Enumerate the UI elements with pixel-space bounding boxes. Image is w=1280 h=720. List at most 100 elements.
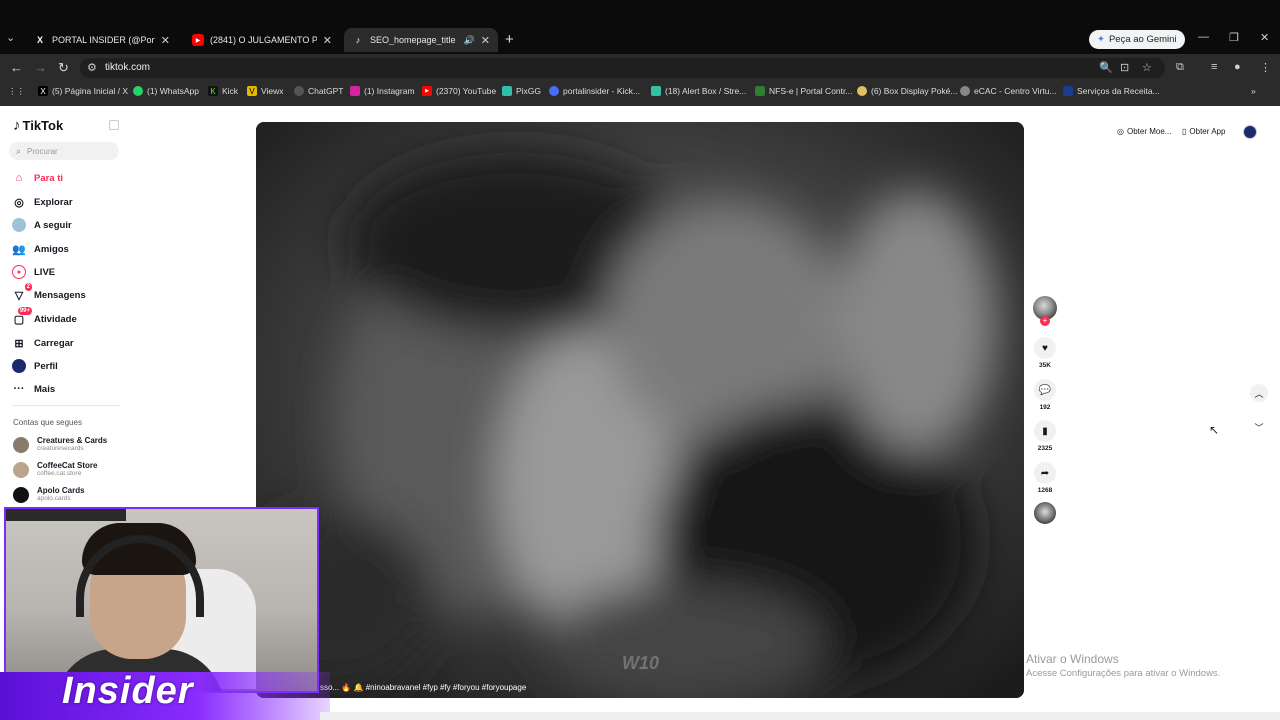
new-tab-button[interactable]: + [505,31,514,48]
nav-live[interactable]: ● LIVE [12,265,55,279]
back-icon[interactable]: ← [10,60,23,75]
bookmark-nfse[interactable]: NFS-e | Portal Contr... [755,86,852,96]
nav-explorar[interactable]: ◎ Explorar [12,195,72,209]
bookmark-receita[interactable]: Serviços da Receita... [1063,86,1160,96]
x-logo-icon: X [36,35,43,45]
nav-mensagens[interactable]: ▽ 2 Mensagens [12,283,86,302]
bookmark-ecac[interactable]: eCAC - Centro Virtu... [960,86,1057,96]
gemini-button[interactable]: ✦ Peça ao Gemini [1089,30,1185,49]
search-input[interactable]: ⌕ Procurar [9,142,119,160]
site-info-icon[interactable]: ⚙ [87,61,97,74]
more-bookmarks-icon[interactable]: » [1251,86,1256,96]
tab-title: PORTAL INSIDER (@Portal_Insid [52,35,155,45]
bookmark-youtube[interactable]: ▶ (2370) YouTube [422,86,496,96]
restore-icon[interactable]: ❐ [1229,31,1239,44]
tab-portal-insider[interactable]: X PORTAL INSIDER (@Portal_Insid ✕ [26,28,178,52]
nav-amigos[interactable]: 👥 Amigos [12,242,69,256]
apps-grid-icon[interactable]: ⋮⋮ [8,86,25,97]
nav-label: A seguir [34,219,72,231]
tiktok-note-icon: ♪ [13,117,21,134]
install-app-icon[interactable]: ⊡ [1120,61,1129,74]
following-account[interactable]: Apolo Cards apolo.cards [13,486,85,503]
share-count: 1268 [1037,487,1053,494]
media-controls-icon[interactable]: ≡ [1211,61,1217,73]
reload-icon[interactable]: ↻ [58,60,69,76]
collapse-sidebar-icon[interactable] [109,120,119,130]
youtube-icon: ▶ [192,34,204,46]
share-arrow-icon[interactable]: ➦ [1034,462,1056,484]
bookmark-label: Viewx [261,86,284,96]
nav-label: LIVE [34,266,56,278]
following-account[interactable]: Creatures & Cards creaturesecards [13,436,107,453]
zoom-icon[interactable]: 🔍 [1099,61,1113,74]
tab-search-chevron-icon[interactable]: ⌄ [6,31,15,44]
nav-label: Para ti [34,172,64,184]
bookmark-whatsapp[interactable]: (1) WhatsApp [133,86,199,96]
close-tab-icon[interactable]: ✕ [323,34,332,47]
gemini-label: Peça ao Gemini [1108,34,1177,45]
speaker-icon[interactable]: 🔊 [464,35,475,46]
extensions-icon[interactable]: ⧉ [1176,61,1184,74]
receita-icon [1063,86,1073,96]
nav-perfil[interactable]: Perfil [12,359,58,373]
user-avatar[interactable] [1243,125,1257,139]
get-coins-label: Obter Moe... [1126,127,1172,136]
bookmark-chatgpt[interactable]: ChatGPT [294,86,343,96]
comment-action[interactable]: 💬 192 [1032,379,1058,411]
tab-youtube[interactable]: ▶ (2841) O JULGAMENTO PELA M ✕ [184,28,340,52]
bookmark-alertbox[interactable]: (18) Alert Box / Stre... [651,86,746,96]
tab-tiktok[interactable]: ♪ SEO_homepage_title 🔊 ✕ [344,28,498,52]
omnibox[interactable] [80,58,1165,78]
activity-icon: ▢ 99+ [13,307,32,326]
nav-para-ti[interactable]: ⌂ Para ti [12,171,63,185]
get-coins-link[interactable]: ◎ Obter Moe... [1117,127,1171,136]
next-video-button[interactable]: ﹀ [1250,418,1268,436]
close-tab-icon[interactable]: ✕ [481,34,490,47]
music-disc-avatar[interactable] [1034,502,1056,524]
previous-video-button[interactable]: ︿ [1250,384,1268,402]
bookmark-kick-dashboard[interactable]: portalinsider - Kick... [549,86,640,96]
following-account[interactable]: CoffeeCat Store coffee.cat.store [13,461,97,478]
nav-a-seguir[interactable]: A seguir [12,218,72,232]
minimize-icon[interactable]: — [1198,31,1209,43]
heart-icon[interactable]: ♥ [1034,337,1056,359]
url-text[interactable]: tiktok.com [105,62,150,73]
video-caption[interactable]: sso... 🔥 🔔 #ninoabravanel #fyp #fy #fory… [320,683,526,692]
bookmark-icon[interactable]: ▮ [1034,420,1056,442]
video-player[interactable]: W10 sso... 🔥 🔔 #ninoabravanel #fyp #fy #… [256,122,1024,698]
get-app-link[interactable]: ▯ Obter App [1182,127,1225,136]
video-frame [256,122,1024,698]
bookmark-label: Kick [222,86,239,96]
save-action[interactable]: ▮ 2325 [1032,420,1058,452]
tab-title: SEO_homepage_title [370,35,456,45]
nav-carregar[interactable]: ⊞ Carregar [12,336,73,350]
chevron-up-icon: ︿ [1254,388,1264,399]
share-action[interactable]: ➦ 1268 [1032,462,1058,494]
logo-text: TikTok [22,118,64,133]
nav-label: Mensagens [34,289,86,301]
bookmark-pokemon[interactable]: (6) Box Display Poké... [857,86,957,96]
sidebar-divider [12,405,120,406]
messages-badge: 2 [24,283,32,291]
home-icon: ⌂ [15,172,23,184]
follow-plus-icon[interactable]: + [1040,316,1050,326]
bookmark-x[interactable]: X (5) Página Inicial / X [38,86,128,96]
forward-icon[interactable]: → [34,60,47,75]
like-action[interactable]: ♥ 35K [1032,337,1058,369]
bookmark-viewx[interactable]: V Viewx [247,86,284,96]
close-tab-icon[interactable]: ✕ [161,34,170,47]
bookmark-pixgg[interactable]: PixGG [502,86,541,96]
bookmark-instagram[interactable]: (1) Instagram [350,86,415,96]
comment-icon[interactable]: 💬 [1034,379,1056,401]
close-window-icon[interactable]: ✕ [1260,31,1269,44]
profile-avatar-icon[interactable]: ● [1234,61,1241,73]
bookmark-kick[interactable]: K Kick [208,86,238,96]
bookmark-label: ChatGPT [308,86,344,96]
sparkle-icon: ✦ [1097,34,1105,45]
nav-label: Amigos [34,243,69,255]
menu-kebab-icon[interactable]: ⋮ [1260,61,1271,74]
bookmark-star-icon[interactable]: ☆ [1142,61,1152,74]
tiktok-logo[interactable]: ♪ TikTok [13,117,63,134]
nav-atividade[interactable]: ▢ 99+ Atividade [12,307,77,326]
nav-mais[interactable]: ··· Mais [12,382,56,396]
